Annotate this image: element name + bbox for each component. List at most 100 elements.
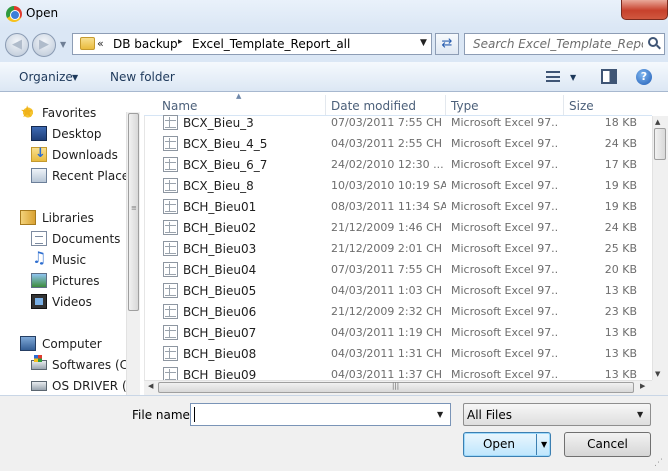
file-name: BCX_Bieu_8 (183, 179, 254, 193)
file-row[interactable]: BCH_Bieu09 04/03/2011 1:37 CH Microsoft Ex… (144, 364, 652, 380)
file-name-input[interactable] (190, 403, 451, 426)
excel-file-icon (163, 325, 178, 340)
system-drive-icon (31, 355, 47, 370)
documents-icon (31, 231, 47, 246)
file-type: Microsoft Excel 97... (451, 284, 559, 297)
scroll-right-icon[interactable]: ▶ (640, 382, 645, 390)
nav-computer[interactable]: Computer (0, 334, 140, 354)
nav-label: Computer (42, 337, 102, 351)
file-date: 21/12/2009 1:46 CH (331, 221, 443, 234)
file-date: 04/03/2011 2:55 CH (331, 137, 443, 150)
file-size: 13 KB (604, 368, 637, 380)
search-icon[interactable] (648, 37, 658, 47)
preview-pane-icon[interactable] (601, 69, 617, 84)
new-folder-button[interactable]: New folder (110, 70, 175, 84)
nav-favorites[interactable]: Favorites (0, 102, 140, 123)
back-button[interactable]: ◀ (5, 33, 29, 57)
nav-item-pictures[interactable]: Pictures (0, 271, 140, 291)
nav-pane-scroll-thumb[interactable] (128, 113, 139, 311)
column-header-type[interactable]: Type (451, 99, 479, 113)
breadcrumb-separator[interactable]: ▸ (178, 37, 183, 47)
scrollbar-corner (652, 380, 668, 395)
file-row[interactable]: BCX_Bieu_6_7 24/02/2010 12:30 ... Microsof… (144, 154, 652, 175)
file-row[interactable]: BCH_Bieu06 21/12/2009 2:32 CH Microsoft Ex… (144, 301, 652, 322)
scroll-up-icon[interactable]: ▲ (655, 118, 660, 126)
file-row[interactable]: BCX_Bieu_4_5 04/03/2011 2:55 CH Microsoft … (144, 133, 652, 154)
file-name: BCH_Bieu07 (183, 326, 257, 340)
filter-dropdown-icon[interactable]: ▼ (637, 410, 643, 419)
breadcrumb-db-backup[interactable]: DB backup (113, 37, 178, 51)
file-size: 13 KB (604, 284, 637, 297)
excel-file-icon (163, 178, 178, 193)
file-row[interactable]: BCH_Bieu01 08/03/2011 11:34 SA Microsoft E… (144, 196, 652, 217)
file-size: 23 KB (604, 305, 637, 318)
scroll-down-icon[interactable]: ▼ (655, 370, 660, 378)
file-date: 04/03/2011 1:31 CH (331, 347, 443, 360)
file-size: 24 KB (604, 137, 637, 150)
open-options-dropdown-icon[interactable]: ▼ (541, 440, 547, 449)
file-row[interactable]: BCX_Bieu_3 07/03/2011 7:55 CH Microsoft Ex… (144, 112, 652, 133)
excel-file-icon (163, 115, 178, 130)
views-icon[interactable] (546, 71, 560, 82)
column-header-date-modified[interactable]: Date modified (331, 99, 416, 113)
scroll-left-icon[interactable]: ◀ (148, 382, 153, 390)
file-row[interactable]: BCH_Bieu02 21/12/2009 1:46 CH Microsoft Ex… (144, 217, 652, 238)
file-row[interactable]: BCH_Bieu08 04/03/2011 1:31 CH Microsoft Ex… (144, 343, 652, 364)
file-size: 13 KB (604, 347, 637, 360)
file-size: 20 KB (604, 263, 637, 276)
nav-item-music[interactable]: Music (0, 248, 140, 270)
nav-item-desktop[interactable]: Desktop (0, 124, 140, 144)
nav-item-drive-d[interactable]: OS DRIVER (D: (0, 376, 140, 395)
text-caret (194, 407, 195, 422)
command-toolbar (0, 62, 668, 92)
nav-item-documents[interactable]: Documents (0, 229, 140, 249)
excel-file-icon (163, 262, 178, 277)
close-button[interactable] (621, 0, 668, 20)
chrome-icon (6, 6, 22, 22)
file-type: Microsoft Excel 97... (451, 137, 559, 150)
help-icon[interactable]: ? (636, 69, 652, 85)
file-row[interactable]: BCX_Bieu_8 10/03/2010 10:19 SA Microsoft E… (144, 175, 652, 196)
navigation-pane: Favorites Desktop Downloads Recent Place… (0, 93, 140, 395)
file-type: Microsoft Excel 97... (451, 221, 559, 234)
organize-button[interactable]: Organize (19, 70, 73, 84)
file-type-filter-value: All Files (467, 408, 513, 422)
file-type: Microsoft Excel 97... (451, 326, 559, 339)
file-row[interactable]: BCH_Bieu04 07/03/2011 7:55 CH Microsoft Ex… (144, 259, 652, 280)
views-dropdown-icon[interactable]: ▼ (570, 73, 576, 82)
file-name: BCH_Bieu05 (183, 284, 257, 298)
file-row[interactable]: BCH_Bieu05 04/03/2011 1:03 CH Microsoft Ex… (144, 280, 652, 301)
excel-file-icon (163, 220, 178, 235)
recent-locations-dropdown-icon[interactable]: ▼ (60, 40, 66, 49)
resize-grip-icon[interactable]: ⋰ (654, 458, 663, 468)
folder-icon (80, 37, 95, 50)
organize-dropdown-icon[interactable]: ▼ (72, 73, 78, 82)
file-type: Microsoft Excel 97... (451, 263, 559, 276)
breadcrumb-current-folder[interactable]: Excel_Template_Report_all (192, 37, 350, 51)
nav-item-downloads[interactable]: Downloads (0, 145, 140, 165)
file-row[interactable]: BCH_Bieu07 04/03/2011 1:19 CH Microsoft Ex… (144, 322, 652, 343)
nav-item-videos[interactable]: Videos (0, 292, 140, 312)
file-type: Microsoft Excel 97... (451, 200, 559, 213)
address-dropdown-icon[interactable]: ▼ (420, 38, 427, 48)
column-header-size[interactable]: Size (569, 99, 594, 113)
file-list-scroll-thumb[interactable] (654, 128, 666, 160)
forward-button[interactable]: ▶ (32, 33, 56, 57)
file-size: 19 KB (604, 179, 637, 192)
nav-label: Pictures (52, 274, 100, 288)
refresh-button[interactable]: ⇄ (435, 33, 459, 55)
file-row[interactable]: BCH_Bieu03 21/12/2009 2:01 CH Microsoft Ex… (144, 238, 652, 259)
file-name-dropdown-icon[interactable]: ▼ (437, 410, 443, 419)
nav-item-recent-places[interactable]: Recent Places (0, 166, 140, 186)
column-header-name[interactable]: Name (162, 99, 197, 113)
excel-file-icon (163, 199, 178, 214)
file-date: 04/03/2011 1:03 CH (331, 284, 443, 297)
nav-label: Downloads (52, 148, 118, 162)
nav-item-drive-c[interactable]: Softwares (C:) (0, 355, 140, 375)
file-type: Microsoft Excel 97... (451, 347, 559, 360)
scroll-grip-icon: ||| (392, 382, 400, 390)
breadcrumb-overflow-chevron[interactable]: « (97, 37, 104, 50)
desktop-icon (31, 126, 47, 141)
title-bar[interactable] (0, 0, 668, 28)
nav-libraries[interactable]: Libraries (0, 208, 140, 228)
